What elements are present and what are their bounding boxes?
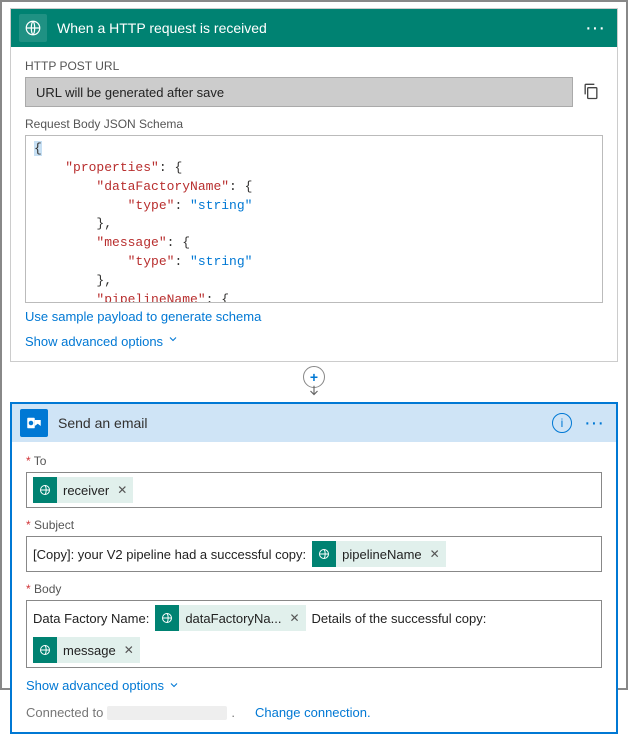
token-icon <box>33 637 57 663</box>
token-icon <box>33 477 57 503</box>
token-pipelinename[interactable]: pipelineName ✕ <box>312 541 446 567</box>
info-icon[interactable]: i <box>552 413 572 433</box>
send-email-title: Send an email <box>58 415 552 431</box>
token-datafactoryname-remove[interactable]: ✕ <box>289 611 299 625</box>
subject-field[interactable]: [Copy]: your V2 pipeline had a successfu… <box>26 536 602 572</box>
token-pipelinename-label: pipelineName <box>342 547 422 562</box>
use-sample-payload-link[interactable]: Use sample payload to generate schema <box>25 309 261 324</box>
schema-textarea[interactable]: { "properties": { "dataFactoryName": { "… <box>25 135 603 303</box>
http-trigger-title: When a HTTP request is received <box>57 20 581 36</box>
body-mid-text: Details of the successful copy: <box>312 611 487 626</box>
arrow-down-icon <box>307 384 321 398</box>
send-email-card: Send an email i ··· To receiver ✕ Subjec… <box>10 402 618 734</box>
token-pipelinename-remove[interactable]: ✕ <box>430 547 440 561</box>
token-datafactoryname-label: dataFactoryNa... <box>185 611 281 626</box>
show-advanced-email-label: Show advanced options <box>26 678 164 693</box>
token-icon <box>155 605 179 631</box>
send-email-menu-button[interactable]: ··· <box>580 413 608 433</box>
http-trigger-header[interactable]: When a HTTP request is received ··· <box>11 9 617 47</box>
subject-prefix-text: [Copy]: your V2 pipeline had a successfu… <box>33 547 306 562</box>
connected-to-label: Connected to <box>26 705 103 720</box>
connected-account-redacted <box>107 706 227 720</box>
token-icon <box>312 541 336 567</box>
copy-url-button[interactable] <box>581 81 603 103</box>
to-field[interactable]: receiver ✕ <box>26 472 602 508</box>
subject-label: Subject <box>26 518 602 532</box>
connection-footer: Connected to . Change connection. <box>26 705 602 720</box>
show-advanced-http-label: Show advanced options <box>25 334 163 349</box>
http-trigger-card: When a HTTP request is received ··· HTTP… <box>10 8 618 362</box>
show-advanced-email-link[interactable]: Show advanced options <box>26 678 180 693</box>
token-receiver-label: receiver <box>63 483 109 498</box>
token-datafactoryname[interactable]: dataFactoryNa... ✕ <box>155 605 305 631</box>
body-prefix-text: Data Factory Name: <box>33 611 149 626</box>
token-message-label: message <box>63 643 116 658</box>
token-message[interactable]: message ✕ <box>33 637 140 663</box>
http-trigger-menu-button[interactable]: ··· <box>581 18 609 38</box>
body-label: Body <box>26 582 602 596</box>
chevron-down-icon <box>167 333 179 345</box>
globe-icon <box>19 14 47 42</box>
http-trigger-body: HTTP POST URL URL will be generated afte… <box>11 47 617 361</box>
change-connection-link[interactable]: Change connection. <box>255 705 371 720</box>
token-receiver-remove[interactable]: ✕ <box>117 483 127 497</box>
to-label: To <box>26 454 602 468</box>
outlook-icon <box>20 409 48 437</box>
send-email-header[interactable]: Send an email i ··· <box>12 404 616 442</box>
post-url-value: URL will be generated after save <box>25 77 573 107</box>
post-url-label: HTTP POST URL <box>25 59 603 73</box>
show-advanced-http-link[interactable]: Show advanced options <box>25 334 603 349</box>
token-message-remove[interactable]: ✕ <box>124 643 134 657</box>
schema-label: Request Body JSON Schema <box>25 117 603 131</box>
connector: + <box>314 368 315 396</box>
send-email-body: To receiver ✕ Subject [Copy]: your V2 pi… <box>12 442 616 732</box>
chevron-down-icon <box>168 679 180 691</box>
token-receiver[interactable]: receiver ✕ <box>33 477 133 503</box>
body-field[interactable]: Data Factory Name: dataFactoryNa... ✕ De… <box>26 600 602 668</box>
